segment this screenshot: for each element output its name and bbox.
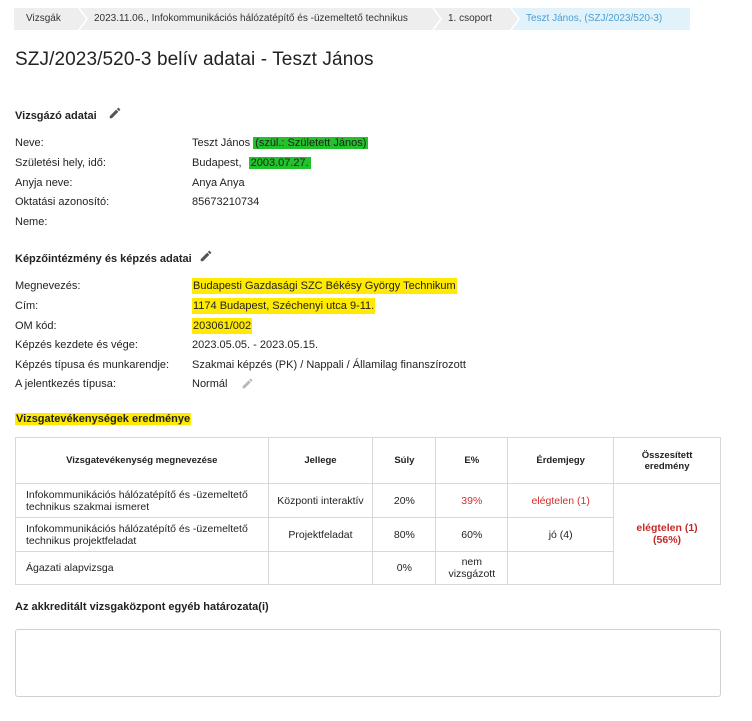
mother-label: Anyja neve:: [15, 177, 73, 189]
training-period-row: Képzés kezdete és vége: 2023.05.05. - 20…: [15, 337, 735, 353]
total-result-grade: elégtelen (1): [636, 522, 698, 534]
examinee-eduid-row: Oktatási azonosító: 85673210734: [15, 194, 735, 210]
pencil-icon[interactable]: [199, 249, 213, 263]
table-header-row: Vizsgatevékenység megnevezése Jellege Sú…: [15, 437, 721, 484]
mother-value: Anya Anya: [192, 177, 245, 189]
breadcrumb-item-group[interactable]: 1. csoport: [434, 8, 518, 30]
birth-name-note: (szül.: Született János): [253, 137, 369, 149]
application-type-row: A jelentkezés típusa: Normál: [15, 376, 735, 392]
decision-section-title: Az akkreditált vizsgaközpont egyéb határ…: [15, 601, 269, 613]
activity-name: Infokommunikációs hálózatépítő és -üzeme…: [15, 517, 269, 552]
total-result-cell: elégtelen (1) (56%): [613, 483, 721, 585]
address-label: Cím:: [15, 300, 39, 312]
activity-weight: 0%: [372, 551, 437, 585]
name-label: Neve:: [15, 137, 44, 149]
institution-address-row: Cím: 1174 Budapest, Széchenyi utca 9-11.: [15, 298, 735, 314]
examinee-mother-row: Anyja neve: Anya Anya: [15, 175, 735, 191]
birth-label: Születési hely, idő:: [15, 157, 106, 169]
om-value: 203061/002: [192, 318, 253, 334]
gender-label: Neme:: [15, 216, 48, 228]
training-type-label: Képzés típusa és munkarendje:: [15, 359, 170, 371]
examinee-gender-row: Neme:: [15, 214, 735, 230]
activity-percent: 39%: [435, 483, 509, 518]
examinee-birth-row: Születési hely, idő: Budapest, 2003.07.2…: [15, 155, 735, 171]
address-value: 1174 Budapest, Széchenyi utca 9-11.: [192, 298, 376, 314]
activity-grade: elégtelen (1): [507, 483, 615, 518]
edu-id-label: Oktatási azonosító:: [15, 196, 110, 208]
edu-id-value: 85673210734: [192, 196, 260, 208]
institution-section-title: Képzőintézmény és képzés adatai: [15, 253, 192, 265]
name-value-wrap: Teszt János (szül.: Született János): [192, 135, 369, 151]
breadcrumb-item-exams[interactable]: Vizsgák: [14, 8, 86, 30]
header-grade: Érdemjegy: [507, 437, 615, 484]
breadcrumb: Vizsgák 2023.11.06., Infokommunikációs h…: [14, 8, 692, 30]
birth-place: Budapest,: [192, 157, 242, 169]
header-activity-name: Vizsgatevékenység megnevezése: [15, 437, 269, 484]
decision-textarea[interactable]: [15, 629, 721, 697]
activity-type: Projektfeladat: [267, 517, 374, 552]
period-label: Képzés kezdete és vége:: [15, 339, 138, 351]
training-type-value: Szakmai képzés (PK) / Nappali / Államila…: [192, 359, 466, 371]
results-section-title-text: Vizsgatevékenységek eredménye: [15, 413, 192, 425]
header-weight: Súly: [372, 437, 437, 484]
activity-type: Központi interaktív: [267, 483, 374, 518]
application-type-value: Normál: [192, 378, 228, 390]
activity-name: Ágazati alapvizsga: [15, 551, 269, 585]
activity-weight: 20%: [372, 483, 437, 518]
birth-date: 2003.07.27.: [248, 157, 311, 169]
institution-name-row: Megnevezés: Budapesti Gazdasági SZC Béké…: [15, 278, 735, 294]
header-type: Jellege: [267, 437, 374, 484]
pencil-icon[interactable]: [241, 377, 254, 390]
breadcrumb-item-current: Teszt János, (SZJ/2023/520-3): [512, 8, 690, 30]
activity-weight: 80%: [372, 517, 437, 552]
name-value: Teszt János: [192, 137, 251, 149]
examinee-name-row: Neve: Teszt János (szül.: Született Jáno…: [15, 135, 735, 151]
results-section-title: Vizsgatevékenységek eredménye: [15, 413, 192, 425]
activity-grade: jó (4): [507, 517, 615, 552]
period-value: 2023.05.05. - 2023.05.15.: [192, 339, 318, 351]
institution-om-row: OM kód: 203061/002: [15, 318, 735, 334]
institution-name-label: Megnevezés:: [15, 280, 81, 292]
activity-percent: 60%: [435, 517, 509, 552]
application-type-label: A jelentkezés típusa:: [15, 378, 116, 390]
total-result-percent: (56%): [653, 534, 682, 546]
pencil-icon[interactable]: [108, 106, 122, 120]
activity-type: [267, 551, 374, 585]
training-type-row: Képzés típusa és munkarendje: Szakmai ké…: [15, 357, 735, 373]
activity-name: Infokommunikációs hálózatépítő és -üzeme…: [15, 483, 269, 518]
header-percent: E%: [435, 437, 509, 484]
table-row: Infokommunikációs hálózatépítő és -üzeme…: [15, 483, 721, 585]
birth-value-wrap: Budapest, 2003.07.27.: [192, 155, 311, 171]
examinee-section-title: Vizsgázó adatai: [15, 110, 97, 122]
om-label: OM kód:: [15, 320, 57, 332]
activity-percent: nem vizsgázott: [435, 551, 509, 585]
breadcrumb-item-exam[interactable]: 2023.11.06., Infokommunikációs hálózatép…: [80, 8, 440, 30]
activity-grade: [507, 551, 615, 585]
results-table: Vizsgatevékenység megnevezése Jellege Sú…: [15, 437, 721, 585]
institution-name-value: Budapesti Gazdasági SZC Békésy György Te…: [192, 278, 457, 294]
page-title: SZJ/2023/520-3 belív adatai - Teszt Jáno…: [15, 49, 374, 70]
header-total: Összesített eredmény: [613, 437, 721, 484]
